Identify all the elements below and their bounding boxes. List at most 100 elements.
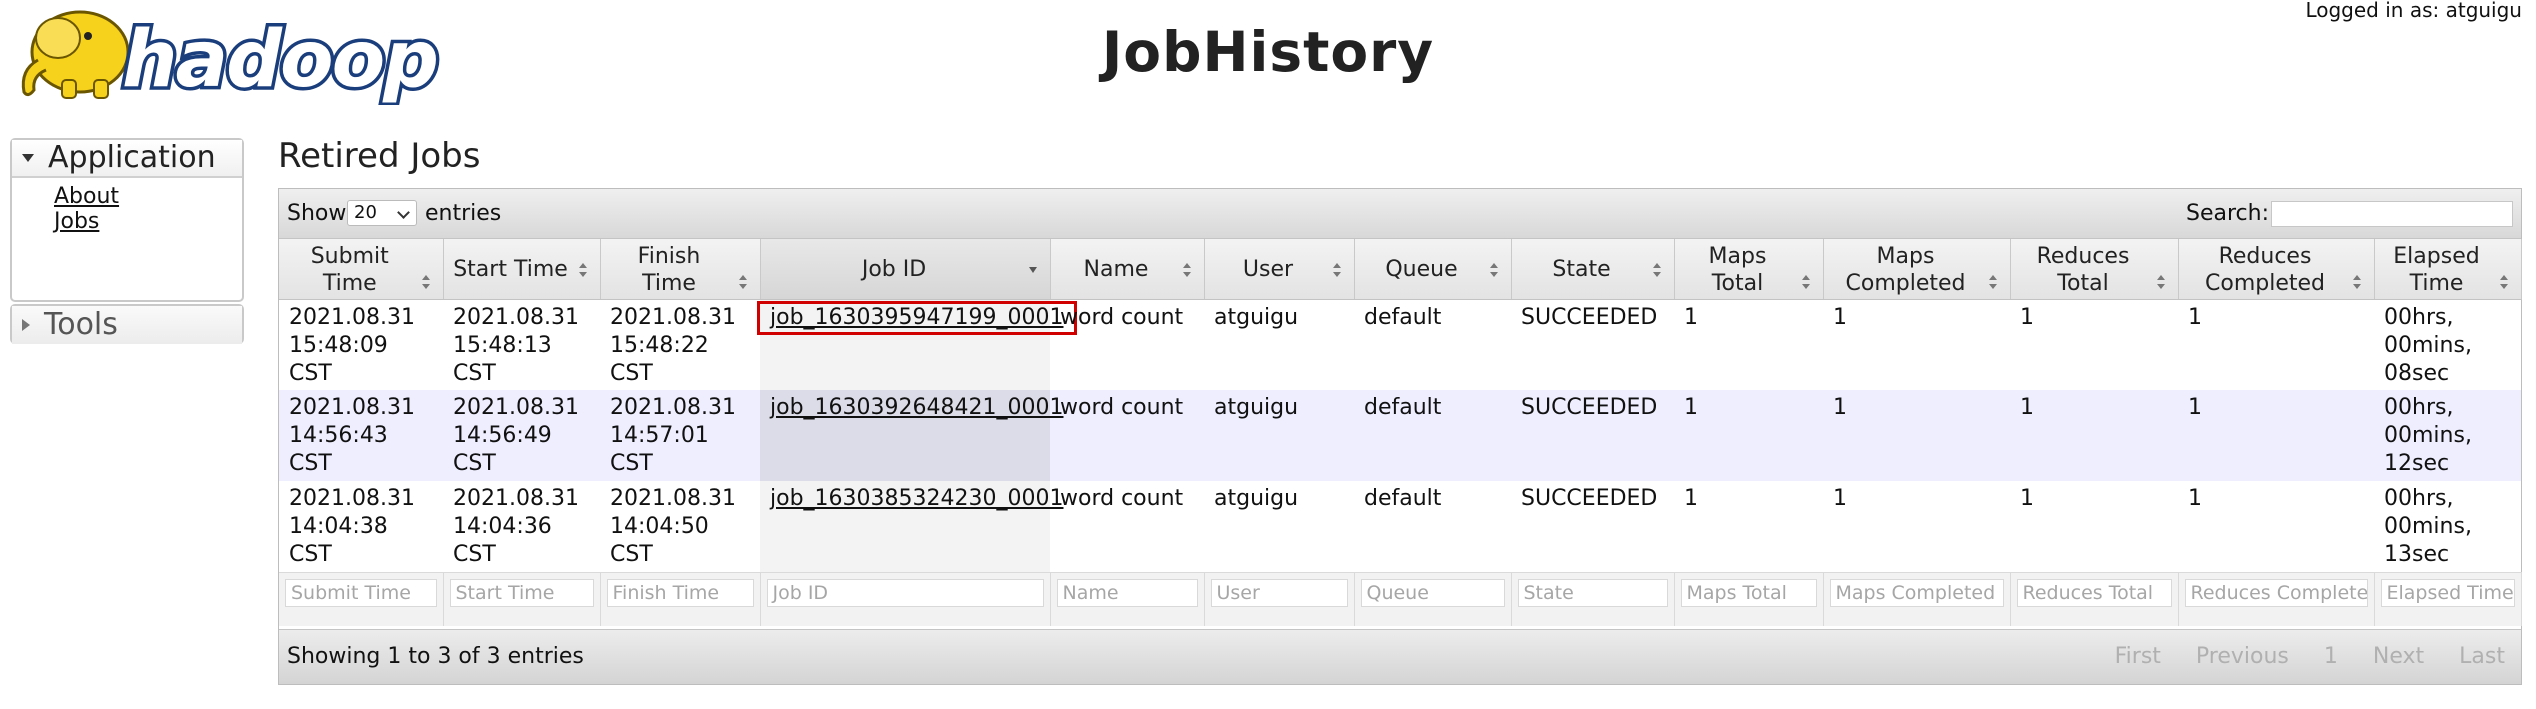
- expand-down-icon: [22, 154, 34, 162]
- filter-submit-time-input[interactable]: Submit Time: [285, 578, 437, 607]
- table-footer: Showing 1 to 3 of 3 entries First Previo…: [279, 629, 2521, 684]
- cell-reduces-completed: 1: [2178, 481, 2374, 572]
- col-reduces-total[interactable]: Reduces Total: [2010, 239, 2179, 300]
- cell-state: SUCCEEDED: [1511, 299, 1674, 390]
- col-elapsed-time[interactable]: Elapsed Time: [2374, 239, 2522, 300]
- sort-icon: [738, 274, 748, 291]
- page-length-select[interactable]: 20: [347, 200, 417, 226]
- cell-submit-time: 2021.08.31 14:56:43 CST: [279, 390, 443, 481]
- filter-cell: Maps Completed: [1823, 571, 2011, 626]
- pager-next[interactable]: Next: [2373, 644, 2424, 669]
- filter-name-input[interactable]: Name: [1056, 578, 1198, 607]
- jobs-table: Submit Time Start Time Finish Time Job I…: [279, 239, 2522, 626]
- job-id-link[interactable]: job_1630385324230_0001: [770, 486, 1064, 511]
- cell-elapsed-time: 00hrs, 00mins, 13sec: [2374, 481, 2521, 572]
- cell-reduces-total: 1: [2010, 299, 2178, 390]
- table-info: Showing 1 to 3 of 3 entries: [287, 644, 584, 669]
- filter-cell: User: [1204, 571, 1355, 626]
- cell-state: SUCCEEDED: [1511, 481, 1674, 572]
- pager-first[interactable]: First: [2115, 644, 2161, 669]
- cell-start-time: 2021.08.31 14:56:49 CST: [443, 390, 600, 481]
- filter-cell: Queue: [1354, 571, 1512, 626]
- filter-cell: Submit Time: [279, 571, 444, 626]
- col-maps-total[interactable]: Maps Total: [1674, 239, 1824, 300]
- table-row: 2021.08.31 15:48:09 CST 2021.08.31 15:48…: [279, 299, 2521, 390]
- pager-last[interactable]: Last: [2459, 644, 2505, 669]
- sidebar-link-about[interactable]: About: [54, 184, 242, 209]
- col-label: Start Time: [453, 257, 568, 282]
- filter-cell: Name: [1050, 571, 1205, 626]
- cell-reduces-completed: 1: [2178, 299, 2374, 390]
- filter-reduces-total-input[interactable]: Reduces Total: [2016, 578, 2172, 607]
- pager-page-1[interactable]: 1: [2324, 644, 2338, 669]
- sort-icon: [1652, 262, 1662, 279]
- sort-icon: [1332, 262, 1342, 279]
- page-title: JobHistory: [1101, 20, 1435, 84]
- filter-elapsed-time-input[interactable]: Elapsed Time: [2380, 578, 2515, 607]
- col-start-time[interactable]: Start Time: [443, 239, 601, 300]
- cell-maps-completed: 1: [1823, 390, 2010, 481]
- sort-icon: [2499, 274, 2509, 291]
- chevron-down-icon: [397, 206, 410, 219]
- search-input[interactable]: [2271, 201, 2513, 227]
- pagination: First Previous 1 Next Last: [2087, 644, 2505, 669]
- cell-reduces-total: 1: [2010, 390, 2178, 481]
- sidebar-link-jobs[interactable]: Jobs: [54, 209, 242, 234]
- col-label: Maps Completed: [1845, 244, 1966, 296]
- col-finish-time[interactable]: Finish Time: [600, 239, 761, 300]
- filter-cell: State: [1511, 571, 1675, 626]
- cell-queue: default: [1354, 390, 1511, 481]
- filter-reduces-completed-input[interactable]: Reduces Completed: [2184, 578, 2368, 607]
- col-maps-completed[interactable]: Maps Completed: [1823, 239, 2011, 300]
- cell-submit-time: 2021.08.31 14:04:38 CST: [279, 481, 443, 572]
- pager-previous[interactable]: Previous: [2196, 644, 2289, 669]
- cell-submit-time: 2021.08.31 15:48:09 CST: [279, 299, 443, 390]
- sidebar-application-header[interactable]: Application: [12, 140, 242, 178]
- filter-user-input[interactable]: User: [1210, 578, 1348, 607]
- filter-job-id-input[interactable]: Job ID: [766, 578, 1044, 607]
- col-label: Reduces Total: [2036, 244, 2130, 296]
- filter-state-input[interactable]: State: [1517, 578, 1668, 607]
- sort-icon: [1489, 262, 1499, 279]
- filter-maps-completed-input[interactable]: Maps Completed: [1829, 578, 2004, 607]
- col-label: Job ID: [861, 257, 927, 282]
- filter-queue-input[interactable]: Queue: [1360, 578, 1505, 607]
- col-job-id[interactable]: Job ID: [760, 239, 1051, 300]
- col-queue[interactable]: Queue: [1354, 239, 1512, 300]
- filter-start-time-input[interactable]: Start Time: [449, 578, 594, 607]
- cell-user: atguigu: [1204, 390, 1354, 481]
- sidebar-tools-group: Tools: [10, 304, 244, 344]
- col-label: User: [1242, 257, 1294, 282]
- filter-cell: Reduces Total: [2010, 571, 2179, 626]
- col-label: Name: [1083, 257, 1149, 282]
- cell-maps-total: 1: [1674, 390, 1823, 481]
- cell-queue: default: [1354, 299, 1511, 390]
- cell-user: atguigu: [1204, 299, 1354, 390]
- col-reduces-completed[interactable]: Reduces Completed: [2178, 239, 2375, 300]
- filter-cell: Elapsed Time: [2374, 571, 2522, 626]
- col-label: Maps Total: [1708, 244, 1767, 296]
- filter-cell: Reduces Completed: [2178, 571, 2375, 626]
- col-user[interactable]: User: [1204, 239, 1355, 300]
- job-id-link[interactable]: job_1630395947199_0001: [757, 300, 1077, 335]
- job-id-link[interactable]: job_1630392648421_0001: [770, 395, 1064, 420]
- table-header-row: Submit Time Start Time Finish Time Job I…: [279, 239, 2522, 300]
- cell-reduces-total: 1: [2010, 481, 2178, 572]
- col-state[interactable]: State: [1511, 239, 1675, 300]
- cell-start-time: 2021.08.31 15:48:13 CST: [443, 299, 600, 390]
- sort-icon: [1182, 262, 1192, 279]
- sort-icon: [2352, 274, 2362, 291]
- filter-finish-time-input[interactable]: Finish Time: [606, 578, 754, 607]
- sidebar-tools-header[interactable]: Tools: [12, 306, 242, 344]
- logged-in-user: Logged in as: atguigu: [2305, 0, 2522, 22]
- cell-finish-time: 2021.08.31 14:04:50 CST: [600, 481, 760, 572]
- cell-name: word count: [1050, 481, 1204, 572]
- filter-cell: Job ID: [760, 571, 1051, 626]
- col-name[interactable]: Name: [1050, 239, 1205, 300]
- table-toolbar: Show 20 entries Search:: [279, 189, 2521, 239]
- col-submit-time[interactable]: Submit Time: [279, 239, 444, 300]
- cell-maps-completed: 1: [1823, 299, 2010, 390]
- filter-maps-total-input[interactable]: Maps Total: [1680, 578, 1817, 607]
- cell-name: word count: [1050, 299, 1204, 390]
- cell-elapsed-time: 00hrs, 00mins, 12sec: [2374, 390, 2521, 481]
